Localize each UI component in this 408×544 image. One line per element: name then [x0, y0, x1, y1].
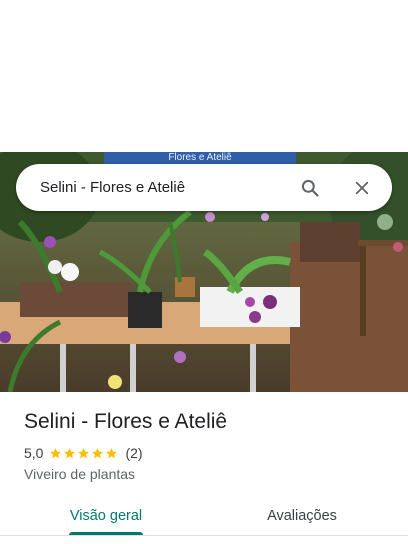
close-icon[interactable] — [350, 176, 374, 200]
star-icon — [92, 447, 104, 458]
star-rating — [49, 447, 119, 460]
place-title: Selini - Flores e Ateliê — [24, 410, 228, 433]
place-category: Viveiro de plantas — [24, 466, 136, 482]
tabs-divider — [0, 535, 408, 536]
rating-value: 5,0 — [24, 445, 44, 461]
star-icon — [106, 447, 118, 458]
rating-row[interactable]: 5,0 (2) — [24, 445, 143, 461]
place-info-panel: Selini - Flores e Ateliê 5,0 (2) Viveiro… — [0, 392, 408, 544]
star-icon — [64, 447, 76, 458]
star-icon — [50, 447, 62, 458]
place-tabs: Visão geral Avaliações — [0, 496, 408, 536]
search-bar[interactable]: Selini - Flores e Ateliê — [16, 164, 392, 211]
map-blank-area — [0, 0, 408, 152]
search-icon[interactable] — [298, 176, 322, 200]
tab-reviews[interactable]: Avaliações — [258, 496, 346, 536]
search-input[interactable]: Selini - Flores e Ateliê — [40, 179, 298, 196]
review-count: (2) — [125, 445, 143, 461]
tab-overview[interactable]: Visão geral — [69, 496, 143, 536]
star-icon — [78, 447, 90, 458]
sign-text: Flores e Ateliê — [168, 152, 232, 163]
